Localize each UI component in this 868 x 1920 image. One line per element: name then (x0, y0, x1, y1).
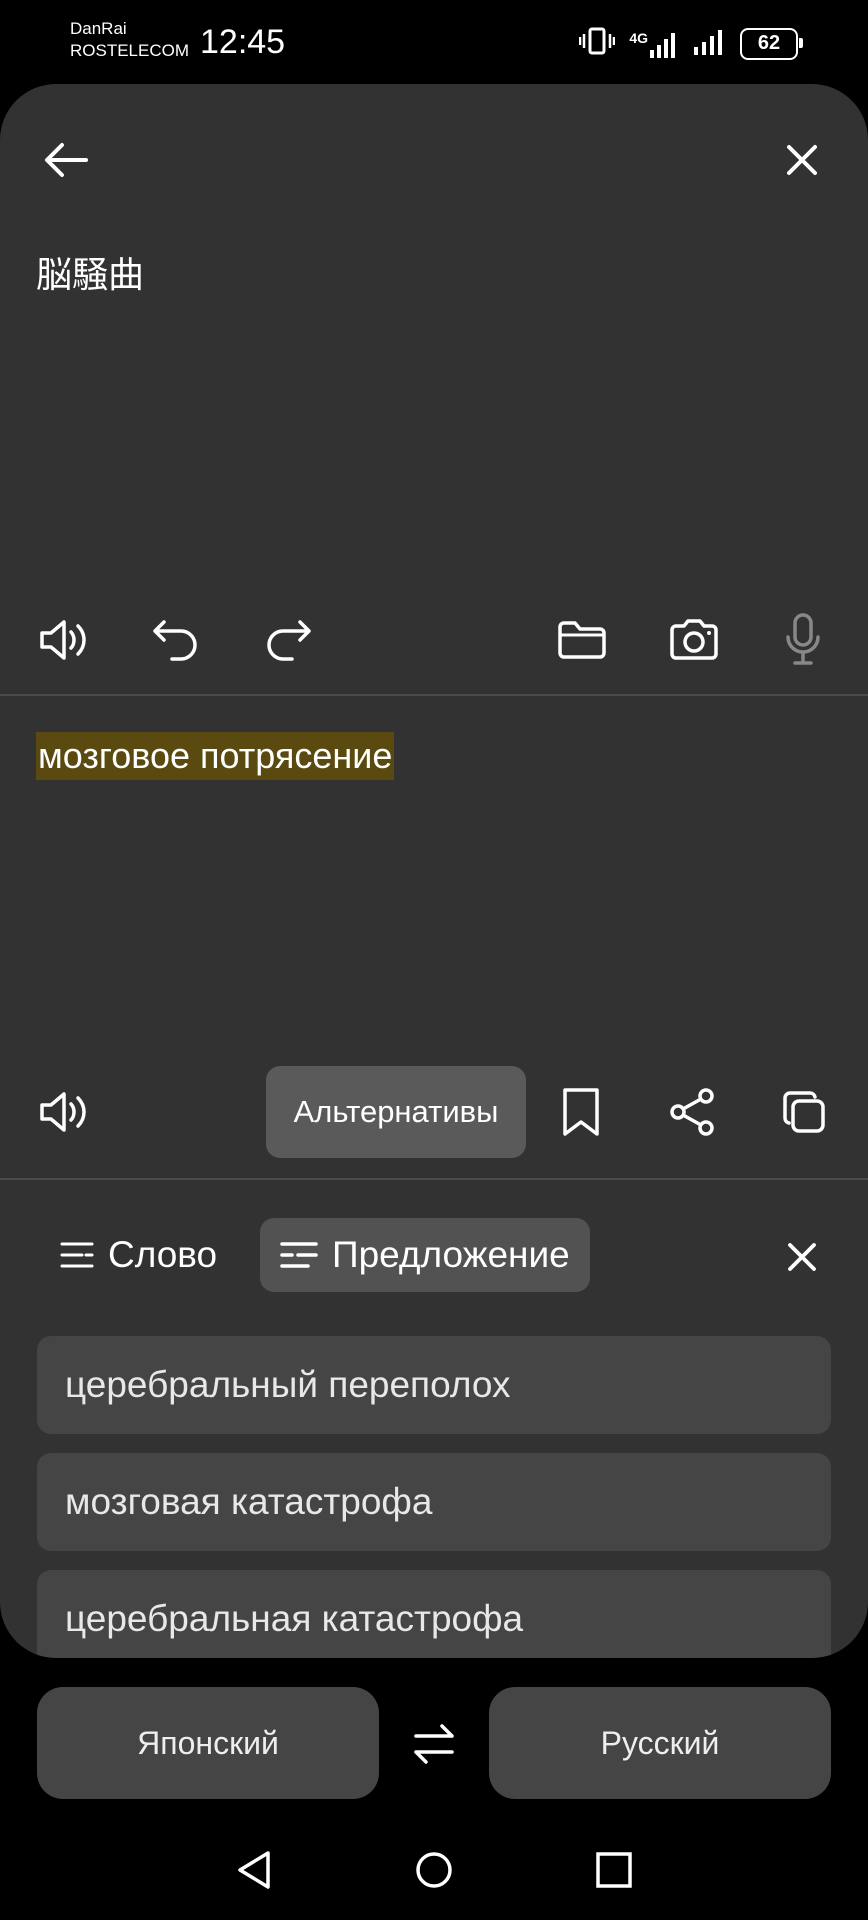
close-icon (788, 1243, 816, 1271)
carrier-name-2: ROSTELECOM (70, 41, 190, 60)
section-divider (0, 694, 868, 696)
arrow-left-icon (45, 143, 88, 177)
open-file-button[interactable] (552, 612, 612, 668)
close-button[interactable] (774, 132, 830, 188)
translation-text[interactable]: мозговое потрясение (36, 732, 395, 780)
nav-home-button[interactable] (410, 1846, 458, 1894)
lines-icon (280, 1242, 318, 1268)
status-icons: 4G 62 (579, 26, 803, 61)
share-button[interactable] (664, 1084, 720, 1140)
lines-icon (60, 1242, 94, 1268)
speaker-icon (40, 1092, 86, 1132)
source-speak-button[interactable] (36, 612, 92, 668)
close-icon (787, 145, 817, 175)
square-recents-icon (596, 1852, 632, 1888)
network-type-label: 4G (629, 29, 648, 46)
folder-icon (558, 621, 606, 659)
signal-icon (694, 27, 726, 60)
redo-button[interactable] (260, 612, 316, 668)
tab-word-label: Слово (108, 1234, 218, 1275)
redo-icon (267, 620, 311, 661)
alternatives-button[interactable]: Альтернативы (266, 1066, 526, 1158)
target-language-button[interactable]: Русский (489, 1687, 831, 1799)
target-speak-button[interactable] (36, 1084, 92, 1140)
undo-button[interactable] (148, 612, 204, 668)
bookmark-icon (563, 1088, 599, 1136)
translator-card: 脳騒曲 мозговое потрясение Альтернативы Сло… (0, 84, 868, 1658)
microphone-icon (786, 613, 820, 665)
nav-back-button[interactable] (230, 1846, 278, 1894)
source-language-button[interactable]: Японский (37, 1687, 379, 1799)
camera-button[interactable] (664, 612, 724, 668)
carrier-info: DanRai ROSTELECOM (70, 18, 189, 62)
alternative-item[interactable]: мозговая катастрофа (37, 1453, 831, 1551)
section-divider (0, 1178, 868, 1180)
status-time: 12:45 (200, 23, 286, 61)
back-button[interactable] (38, 132, 94, 188)
alternative-item[interactable]: церебральный переполох (37, 1336, 831, 1434)
carrier-name-1: DanRai (70, 19, 127, 38)
vibrate-icon (579, 26, 616, 61)
copy-button[interactable] (776, 1084, 832, 1140)
swap-languages-button[interactable] (406, 1716, 462, 1772)
close-alternatives-button[interactable] (774, 1229, 830, 1285)
swap-icon (414, 1724, 454, 1764)
microphone-button[interactable] (776, 608, 830, 670)
speaker-icon (40, 620, 86, 660)
undo-icon (153, 620, 197, 661)
signal-4g-icon: 4G (629, 30, 680, 58)
tab-sentence-label: Предложение (332, 1234, 570, 1275)
tab-sentence[interactable]: Предложение (260, 1218, 590, 1292)
nav-recents-button[interactable] (590, 1846, 638, 1894)
tab-word[interactable]: Слово (40, 1218, 237, 1292)
battery-indicator: 62 (740, 27, 803, 60)
copy-icon (783, 1091, 825, 1133)
source-text[interactable]: 脳騒曲 (36, 246, 144, 298)
share-icon (670, 1088, 714, 1136)
camera-icon (670, 619, 718, 660)
circle-home-icon (416, 1852, 452, 1888)
triangle-back-icon (238, 1851, 270, 1889)
alternative-item[interactable]: церебральная катастрофа (37, 1570, 831, 1658)
bookmark-button[interactable] (555, 1084, 607, 1140)
